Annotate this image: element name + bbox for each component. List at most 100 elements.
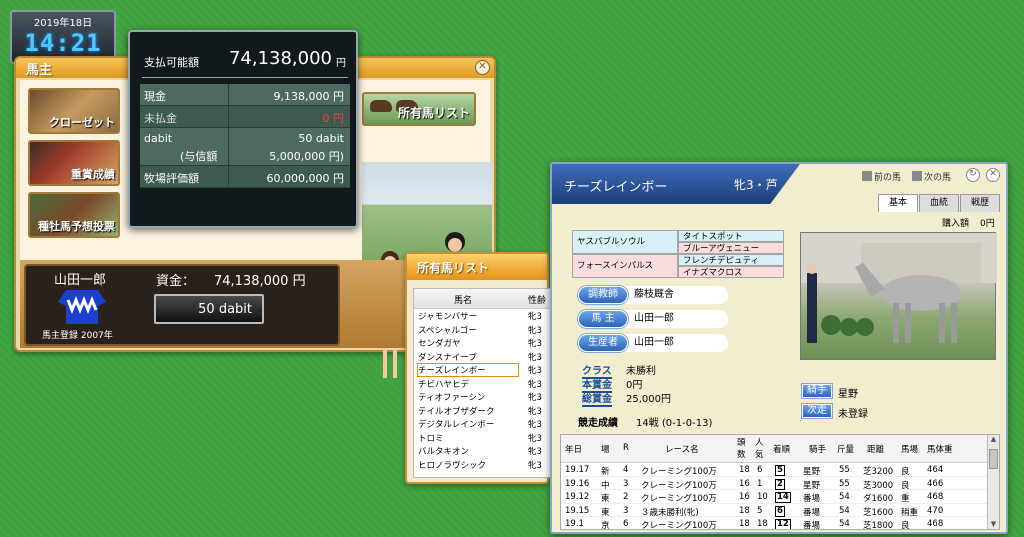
- trainer-label: 調教師: [578, 286, 628, 304]
- class-value: 未勝利: [626, 366, 656, 377]
- list-item[interactable]: デジタルレインボー 牝3: [414, 417, 550, 431]
- race-jockey: 番場: [803, 507, 821, 518]
- col-course: 場: [601, 445, 610, 455]
- horse-name: デジタルレインボー: [418, 420, 495, 430]
- horse-name: センダガヤ: [418, 339, 461, 349]
- race-track: 稍重: [901, 507, 919, 518]
- racing-silks-icon: [58, 290, 106, 324]
- race-date: 19.17: [565, 465, 590, 475]
- horse-name: ジャモンバサー: [418, 312, 478, 322]
- race-course: 新: [601, 467, 610, 477]
- horse-detail-window: チーズレインボー 牝3・芦 前の馬 次の馬 ↻ ✕ 基本 血統 戦歴 購入額 0円 …: [550, 162, 1008, 534]
- race-name: ３歳未勝利(牝): [641, 507, 699, 518]
- next-horse-button[interactable]: 次の馬: [912, 170, 951, 183]
- race-popularity: 10: [757, 492, 768, 502]
- close-icon[interactable]: ✕: [986, 168, 1000, 182]
- horse-sex-age: 牝3: [528, 339, 542, 349]
- race-course: 京: [601, 521, 610, 530]
- detail-tabs: 基本 血統 戦歴: [877, 190, 1000, 212]
- race-name: クレーミング100万: [641, 480, 717, 491]
- next-race-label: 次走: [802, 404, 832, 418]
- table-row[interactable]: 19.1 京 6 クレーミング100万 18 18 12 番場 54 芝1800 良 468: [561, 517, 999, 530]
- table-row[interactable]: 19.15 東 3 ３歳未勝利(牝) 18 5 6 番場 54 芝1600 稍重 470: [561, 504, 999, 518]
- list-item[interactable]: トロミ 牝3: [414, 431, 550, 445]
- pedigree-dam-dam: イナズマクロス: [678, 266, 784, 278]
- race-no: 3: [623, 478, 629, 489]
- closet-button[interactable]: クローゼット: [28, 88, 120, 134]
- race-finish: 6: [775, 505, 785, 517]
- race-name: クレーミング100万: [641, 521, 717, 530]
- list-item[interactable]: ヒロノラヴシック 牝3: [414, 458, 550, 472]
- race-popularity: 1: [757, 478, 763, 489]
- col-track: 馬場: [901, 445, 919, 455]
- unpaid-label: 未払金: [144, 112, 177, 125]
- race-body-weight: 464: [927, 465, 944, 475]
- funds-label: 資金：: [156, 274, 196, 289]
- race-no: 4: [623, 465, 629, 475]
- arrow-down-icon: [912, 171, 922, 181]
- pedigree-dam: フォースインパルス: [572, 254, 678, 278]
- race-body-weight: 468: [927, 492, 944, 502]
- list-item-selected[interactable]: チーズレインボー 牝3: [414, 363, 550, 377]
- scrollbar[interactable]: ▲ ▼: [987, 435, 999, 529]
- horse-image: [801, 233, 997, 343]
- tab-history[interactable]: 戦歴: [960, 194, 1000, 212]
- record-value: 14戦 (0-1-0-13): [636, 418, 713, 429]
- list-item[interactable]: ティオファーシン 牝3: [414, 390, 550, 404]
- cash-label: 現金: [144, 90, 166, 103]
- race-track: 良: [901, 480, 910, 491]
- pedigree-sire: ヤスパブルソウル: [572, 230, 678, 254]
- close-icon[interactable]: ✕: [475, 60, 490, 75]
- scroll-down-icon[interactable]: ▼: [988, 520, 999, 529]
- total-prize-value: 25,000円: [626, 394, 671, 405]
- race-date: 19.16: [565, 478, 590, 489]
- list-item[interactable]: バルタキオン 牝3: [414, 444, 550, 458]
- dabit-button[interactable]: 50 dabit: [154, 294, 264, 324]
- tab-basic[interactable]: 基本: [878, 194, 918, 212]
- race-no: 3: [623, 505, 629, 516]
- list-item[interactable]: テイルオブザダーク 牝3: [414, 404, 550, 418]
- horse-sex-age: 牝3: [528, 406, 542, 417]
- prev-horse-button[interactable]: 前の馬: [862, 170, 901, 183]
- owner-label: 馬 主: [578, 310, 628, 328]
- race-course: 中: [601, 480, 610, 491]
- race-course: 東: [601, 494, 610, 504]
- race-name: クレーミング100万: [641, 467, 717, 477]
- refresh-icon[interactable]: ↻: [966, 168, 980, 182]
- list-item[interactable]: スペシャルゴー 牝3: [414, 323, 550, 337]
- table-row[interactable]: 19.12 東 2 クレーミング100万 16 10 14 番場 54 ダ1600 重 468: [561, 490, 999, 504]
- race-weight: 54: [839, 505, 850, 516]
- tab-pedigree[interactable]: 血統: [919, 194, 959, 212]
- cash-row: 現金 9,138,000 円: [140, 84, 350, 106]
- breeder-label: 生産者: [578, 334, 628, 352]
- list-item[interactable]: ダンスナイーブ 牝3: [414, 350, 550, 364]
- graded-results-button[interactable]: 重賞成績: [28, 140, 120, 186]
- race-finish: 12: [775, 519, 791, 529]
- stallion-vote-button[interactable]: 種牡馬予想投票: [28, 192, 120, 238]
- prev-horse-label: 前の馬: [874, 173, 902, 183]
- owned-horse-list-button[interactable]: 所有馬リスト: [362, 92, 476, 126]
- table-row[interactable]: 19.16 中 3 クレーミング100万 16 1 2 星野 55 芝3000 良 466: [561, 477, 999, 491]
- game-date: 2019年18日: [33, 18, 93, 29]
- race-track: 重: [901, 494, 910, 504]
- owner-registration: 馬主登録 2007年: [42, 331, 113, 341]
- col-date: 年日: [565, 445, 583, 455]
- table-row[interactable]: 19.17 新 4 クレーミング100万 18 6 5 星野 55 芝3200 良 464: [561, 463, 999, 477]
- dabit-label: dabit: [144, 132, 173, 145]
- col-popularity: 人気: [755, 438, 764, 460]
- dabit-value: 50 dabit: [298, 132, 344, 145]
- col-distance: 距離: [867, 445, 885, 455]
- col-body-weight: 馬体重: [927, 445, 953, 455]
- race-jockey: 星野: [803, 467, 821, 477]
- list-item[interactable]: ジャモンバサー 牝3: [414, 309, 550, 323]
- list-item[interactable]: チビハヤヒデ 牝3: [414, 377, 550, 391]
- list-item[interactable]: センダガヤ 牝3: [414, 336, 550, 350]
- race-distance: 芝3200: [863, 467, 894, 477]
- horse-sex-age: 牝3: [528, 366, 542, 376]
- scroll-thumb[interactable]: [989, 449, 998, 469]
- horse-sex-age: 牝3: [528, 379, 542, 390]
- owner-name: 山田一郎: [54, 273, 107, 288]
- horse-name: スペシャルゴー: [418, 325, 477, 336]
- scroll-up-icon[interactable]: ▲: [988, 435, 999, 446]
- race-weight: 55: [839, 478, 850, 489]
